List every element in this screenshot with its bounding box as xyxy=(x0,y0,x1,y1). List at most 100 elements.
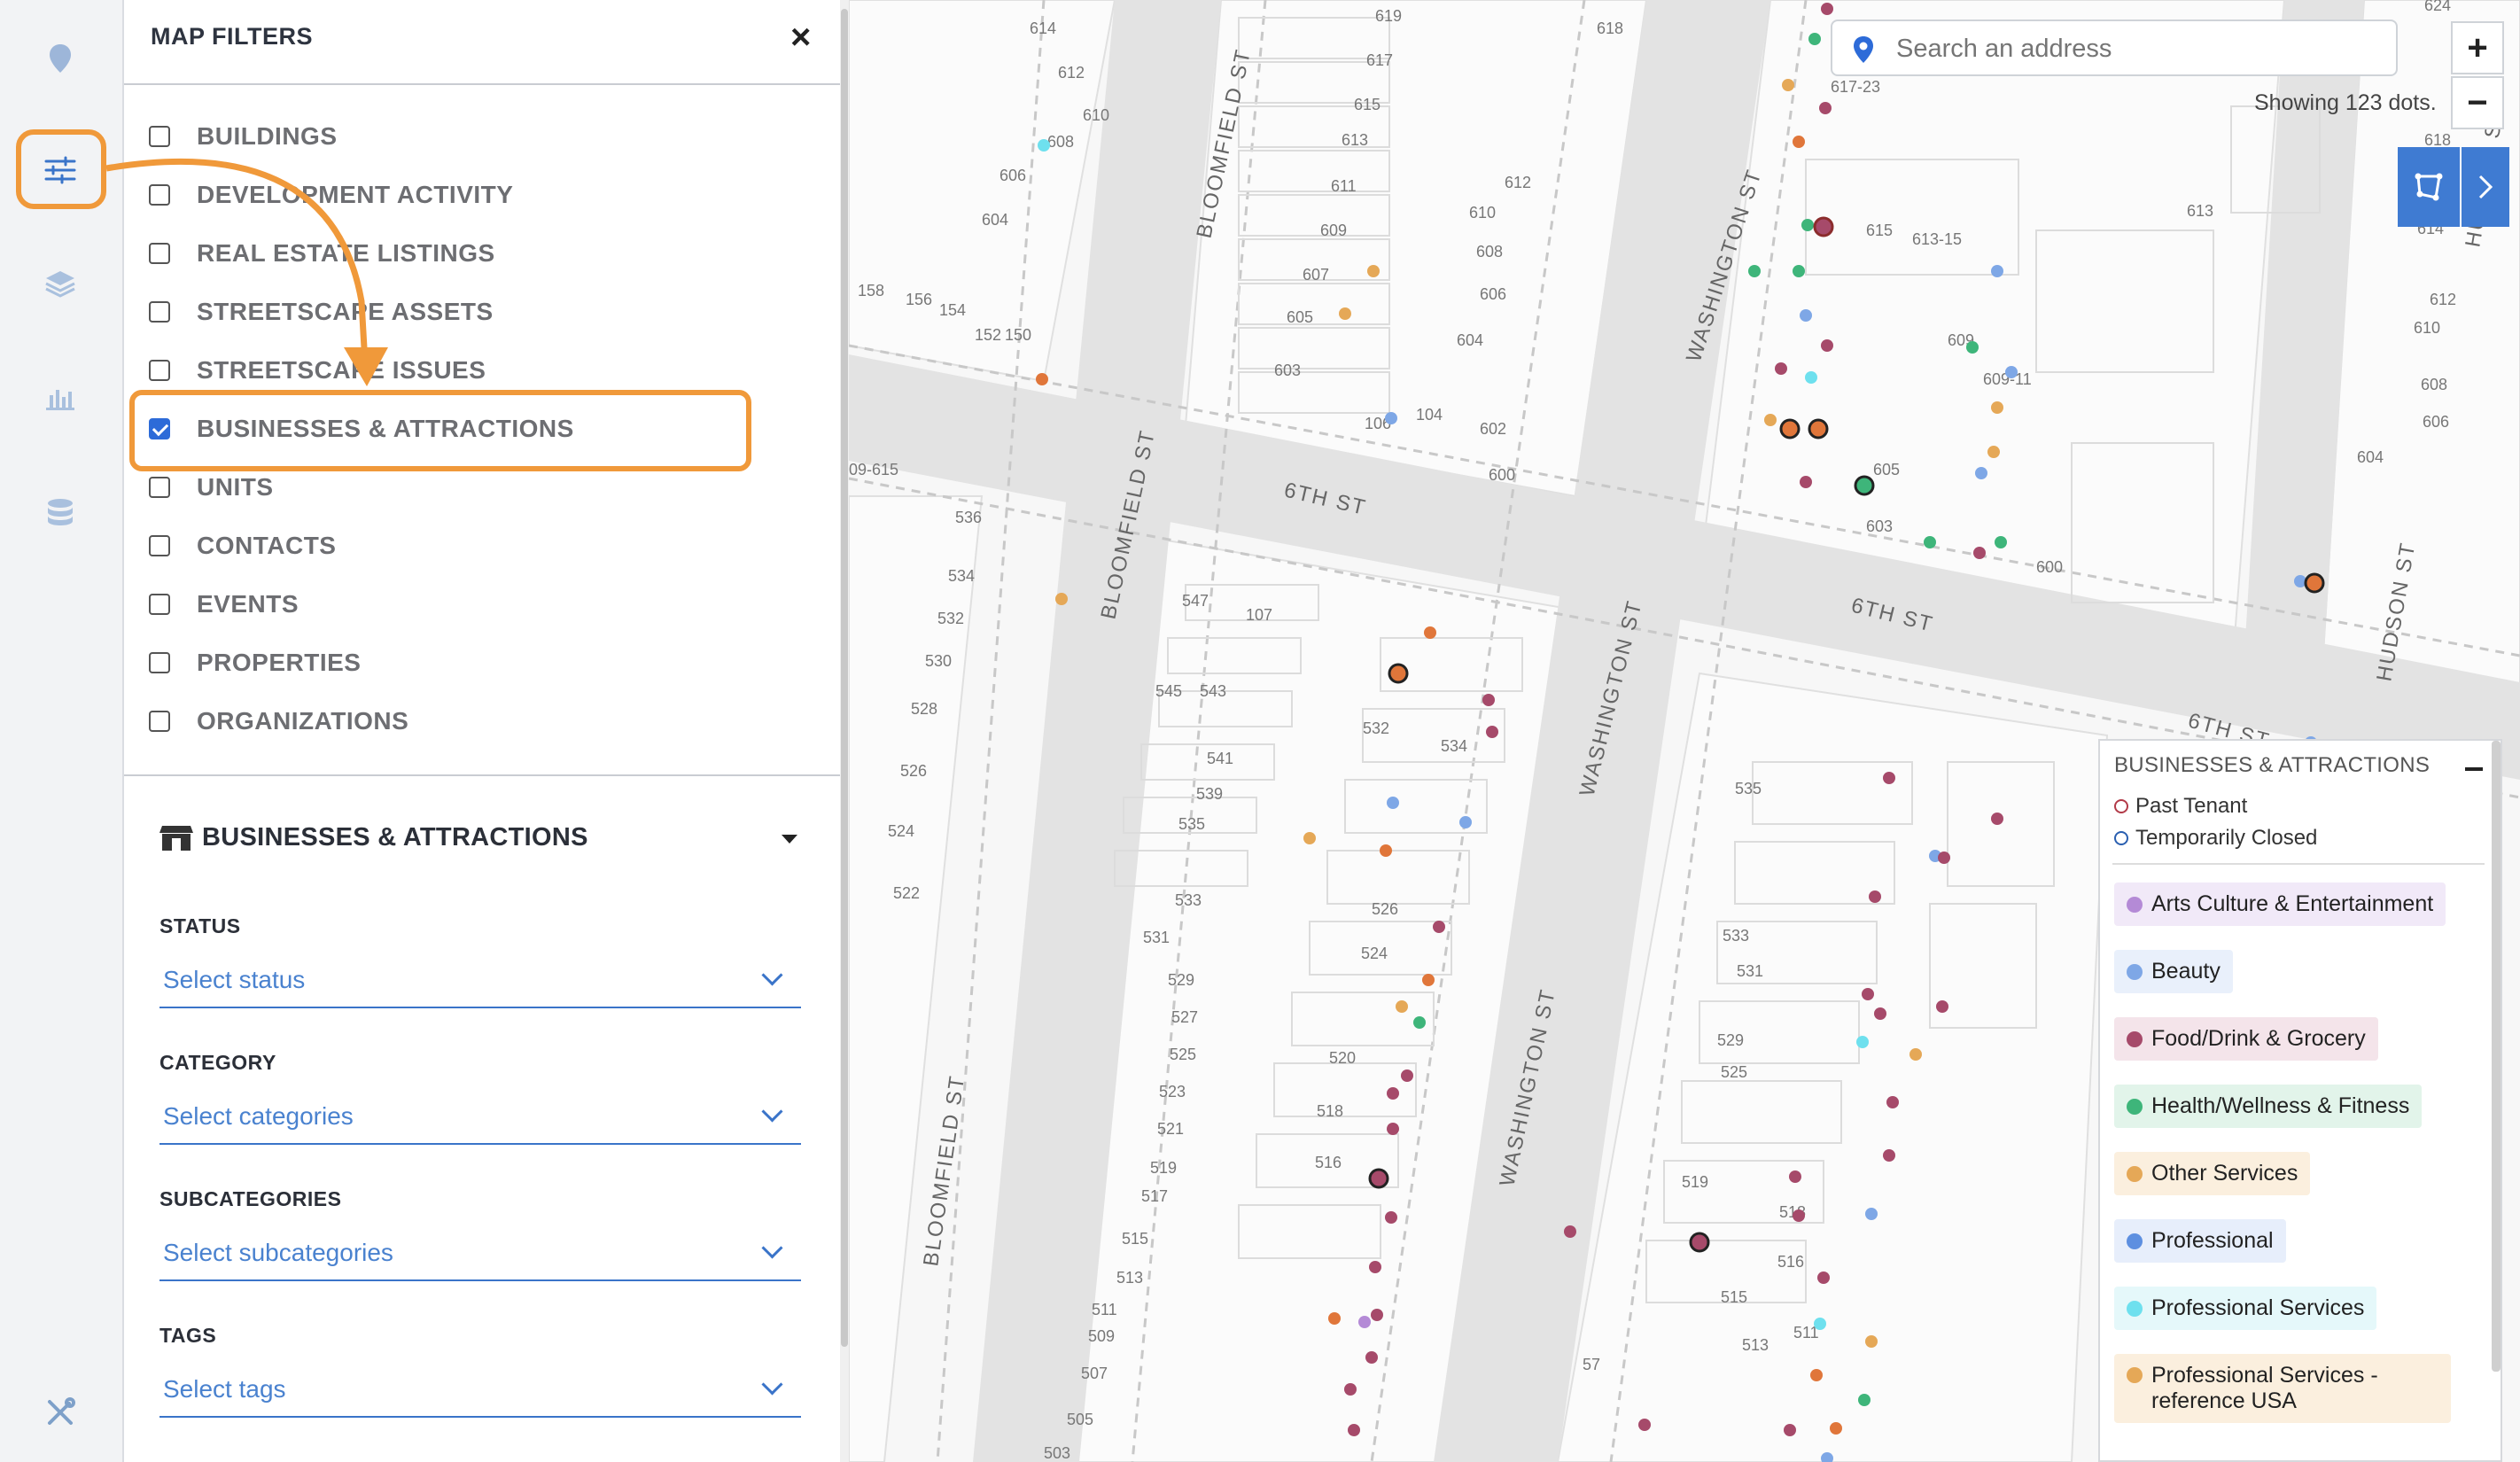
business-dot[interactable] xyxy=(1344,1383,1357,1396)
layer-toggle-development-activity[interactable]: DEVELOPMENT ACTIVITY xyxy=(149,175,513,214)
business-dot[interactable] xyxy=(1371,1309,1383,1321)
business-dot[interactable] xyxy=(1865,1208,1878,1220)
category-select[interactable]: Select categories xyxy=(159,1090,801,1145)
business-dot-past-tenant[interactable] xyxy=(1813,216,1834,237)
zoom-in-button[interactable]: + xyxy=(2451,21,2504,74)
layer-toggle-organizations[interactable]: ORGANIZATIONS xyxy=(149,702,408,741)
business-dot-past-tenant[interactable] xyxy=(1854,475,1875,496)
checkbox[interactable] xyxy=(149,301,170,323)
legend-category-item[interactable]: Arts Culture & Entertainment xyxy=(2114,883,2446,926)
business-dot[interactable] xyxy=(1793,265,1805,277)
legend-scrollbar[interactable] xyxy=(2492,741,2501,1372)
business-dot[interactable] xyxy=(1413,1016,1426,1029)
business-dot[interactable] xyxy=(1422,974,1435,986)
business-dot[interactable] xyxy=(1817,1271,1830,1284)
business-dot[interactable] xyxy=(1865,1335,1878,1348)
layers-icon[interactable] xyxy=(30,253,90,314)
business-dot[interactable] xyxy=(1793,1209,1805,1222)
layer-toggle-properties[interactable]: PROPERTIES xyxy=(149,643,361,682)
address-search[interactable] xyxy=(1831,19,2398,76)
layer-toggle-events[interactable]: EVENTS xyxy=(149,585,299,624)
checkbox[interactable] xyxy=(149,184,170,206)
checkbox[interactable] xyxy=(149,126,170,147)
business-dot[interactable] xyxy=(1856,1036,1869,1048)
layer-toggle-streetscape-issues[interactable]: STREETSCAPE ISSUES xyxy=(149,351,486,390)
business-dot[interactable] xyxy=(1328,1312,1341,1325)
business-dot[interactable] xyxy=(1055,593,1068,605)
business-dot[interactable] xyxy=(1938,852,1950,864)
business-dot[interactable] xyxy=(1789,1170,1801,1183)
business-dot[interactable] xyxy=(1424,626,1436,639)
business-dot[interactable] xyxy=(1482,694,1495,706)
legend-category-item[interactable]: Professional xyxy=(2114,1219,2286,1263)
business-dot[interactable] xyxy=(1987,446,2000,458)
expand-tools-button[interactable] xyxy=(2462,147,2509,227)
business-dot[interactable] xyxy=(2005,366,2018,378)
business-dot[interactable] xyxy=(1966,341,1979,354)
business-dot[interactable] xyxy=(1973,547,1986,559)
business-dot[interactable] xyxy=(1784,1424,1796,1436)
business-dot[interactable] xyxy=(1387,1123,1399,1135)
layer-toggle-real-estate-listings[interactable]: REAL ESTATE LISTINGS xyxy=(149,234,495,273)
draw-shape-button[interactable] xyxy=(2398,147,2460,227)
checkbox[interactable] xyxy=(149,652,170,673)
collapse-legend-button[interactable] xyxy=(2465,767,2483,771)
business-dot[interactable] xyxy=(1385,412,1397,424)
business-dot[interactable] xyxy=(1782,79,1794,91)
business-dot[interactable] xyxy=(1819,102,1832,114)
business-dot-past-tenant[interactable] xyxy=(2304,572,2325,594)
business-dot[interactable] xyxy=(1883,772,1895,784)
business-dot[interactable] xyxy=(1909,1048,1922,1061)
tools-icon[interactable] xyxy=(30,1382,90,1443)
checkbox[interactable] xyxy=(149,535,170,556)
business-dot[interactable] xyxy=(1805,371,1817,384)
business-dot[interactable] xyxy=(1396,1000,1408,1013)
business-dot[interactable] xyxy=(1886,1096,1899,1108)
zoom-out-button[interactable]: − xyxy=(2451,76,2504,129)
legend-category-item[interactable]: Other Services xyxy=(2114,1152,2311,1195)
business-dot[interactable] xyxy=(1387,1087,1399,1100)
business-dot[interactable] xyxy=(1775,362,1787,375)
panel-scrollbar[interactable] xyxy=(840,0,849,1462)
tags-select[interactable]: Select tags xyxy=(159,1363,801,1418)
section-header[interactable]: BUSINESSES & ATTRACTIONS xyxy=(159,822,588,852)
business-dot[interactable] xyxy=(1038,139,1050,152)
checkbox[interactable] xyxy=(149,360,170,381)
map-canvas[interactable]: BLOOMFIELD ST BLOOMFIELD ST BLOOMFIELD ST W… xyxy=(849,0,2520,1462)
subcategories-select[interactable]: Select subcategories xyxy=(159,1226,801,1281)
business-dot[interactable] xyxy=(1367,265,1380,277)
business-dot[interactable] xyxy=(1036,373,1048,385)
business-dot[interactable] xyxy=(1365,1351,1378,1364)
business-dot[interactable] xyxy=(1339,307,1351,320)
business-dot[interactable] xyxy=(1830,1422,1842,1435)
business-dot[interactable] xyxy=(1764,414,1777,426)
layer-toggle-buildings[interactable]: BUILDINGS xyxy=(149,117,338,156)
scrollbar-thumb[interactable] xyxy=(841,9,848,1347)
legend-category-item[interactable]: Food/Drink & Grocery xyxy=(2114,1017,2378,1061)
business-dot[interactable] xyxy=(1800,476,1812,488)
business-dot[interactable] xyxy=(1858,1394,1871,1406)
business-dot-past-tenant[interactable] xyxy=(1388,663,1409,684)
business-dot[interactable] xyxy=(1936,1000,1948,1013)
legend-category-item[interactable]: Beauty xyxy=(2114,950,2233,993)
business-dot[interactable] xyxy=(1801,219,1814,231)
business-dot[interactable] xyxy=(1924,536,1936,548)
business-dot[interactable] xyxy=(1975,467,1987,479)
business-dot[interactable] xyxy=(1883,1149,1895,1162)
business-dot[interactable] xyxy=(1793,136,1805,148)
business-dot[interactable] xyxy=(1800,309,1812,322)
business-dot[interactable] xyxy=(1862,988,1874,1000)
business-dot[interactable] xyxy=(1303,832,1316,844)
checkbox[interactable] xyxy=(149,477,170,498)
business-dot[interactable] xyxy=(1995,536,2007,548)
business-dot[interactable] xyxy=(1821,3,1833,15)
close-icon[interactable]: × xyxy=(790,19,811,55)
business-dot[interactable] xyxy=(1401,1069,1413,1082)
business-dot[interactable] xyxy=(1638,1419,1651,1431)
business-dot[interactable] xyxy=(1874,1007,1886,1020)
business-dot[interactable] xyxy=(1821,339,1833,352)
business-dot[interactable] xyxy=(1991,401,2003,414)
business-dot[interactable] xyxy=(1748,265,1761,277)
business-dot[interactable] xyxy=(1358,1316,1371,1328)
checkbox[interactable] xyxy=(149,243,170,264)
